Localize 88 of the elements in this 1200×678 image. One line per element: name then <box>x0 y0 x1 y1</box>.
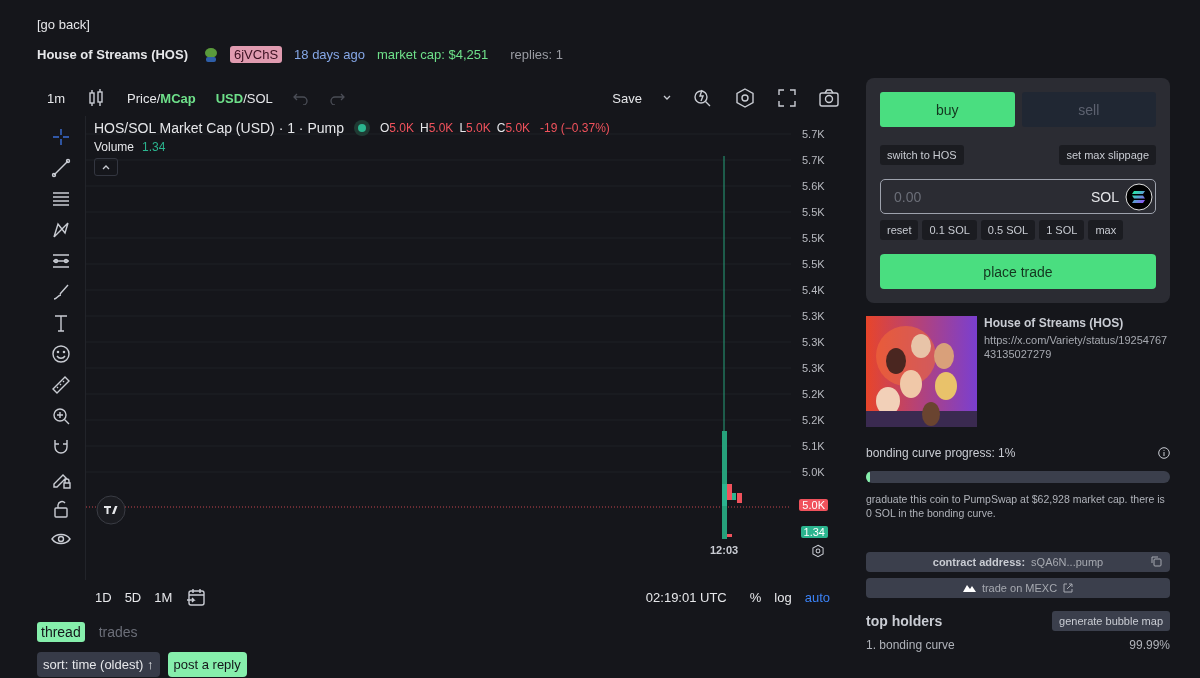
contract-address-button[interactable]: contract address: sQA6N...pump <box>866 552 1170 572</box>
amount-input[interactable]: 0.00 <box>892 187 1091 206</box>
price-tick: 5.5K <box>801 257 826 272</box>
mountain-icon <box>962 584 976 592</box>
solana-icon <box>1125 182 1153 211</box>
price-tick: 5.5K <box>801 231 826 246</box>
last-price-label: 5.0K <box>799 499 828 511</box>
toggle-option[interactable]: MCap <box>160 90 196 106</box>
coin-link[interactable]: https://x.com/Variety/status/1925476743135027279 <box>984 333 1170 361</box>
holder-share: 99.99% <box>1129 638 1170 652</box>
price-tick: 5.2K <box>801 387 826 402</box>
age-text: 18 days ago <box>294 46 365 62</box>
range-button[interactable]: 1M <box>154 589 173 605</box>
settings-icon[interactable] <box>811 544 825 558</box>
scale-option[interactable]: log <box>774 589 792 605</box>
market-cap-text: market cap: $4,251 <box>376 46 489 62</box>
replies-count: replies: 1 <box>510 46 563 62</box>
utc-clock: 02:19:01 UTC <box>645 589 727 605</box>
place-trade-button[interactable]: place trade <box>880 254 1156 289</box>
interval-button[interactable]: 1m <box>47 90 66 106</box>
price-change: -19 (−0.37%) <box>540 121 610 135</box>
ruler-icon[interactable] <box>50 374 72 396</box>
trend-line-icon[interactable] <box>50 157 72 179</box>
ohlc-values: O5.0K H5.0K L5.0K C5.0K <box>380 121 531 135</box>
bonding-label: bonding curve progress: 1% <box>866 446 1016 460</box>
price-tick: 5.3K <box>801 361 826 376</box>
last-volume-label: 1.34 <box>800 526 828 538</box>
holders-title: top holders <box>866 613 943 629</box>
trade-side-tab[interactable]: buy <box>880 92 1015 127</box>
toggle-option[interactable]: SOL <box>246 90 273 106</box>
status-dot-icon <box>354 120 370 136</box>
amount-preset-button[interactable]: max <box>1088 220 1124 240</box>
amount-preset-button[interactable]: 1 SOL <box>1039 220 1085 240</box>
zoom-in-icon[interactable] <box>50 405 72 427</box>
bubble-map-button[interactable]: generate bubble map <box>1052 611 1170 631</box>
toggle-separator: / <box>243 90 247 106</box>
fullscreen-icon[interactable] <box>776 87 798 109</box>
amount-preset-button[interactable]: reset <box>880 220 919 240</box>
slippage-button[interactable]: set max slippage <box>1059 145 1156 165</box>
smiley-icon[interactable] <box>50 343 72 365</box>
toggle-option[interactable]: USD <box>215 90 244 106</box>
sort-button[interactable]: sort: time (oldest) ↑ <box>37 652 160 677</box>
currency-label: SOL <box>1091 188 1119 205</box>
price-tick: 5.7K <box>801 153 826 168</box>
thread-tab[interactable]: trades <box>94 622 142 642</box>
crosshair-icon[interactable] <box>50 126 72 148</box>
camera-icon[interactable] <box>818 87 840 109</box>
chevron-down-icon[interactable] <box>662 94 672 102</box>
price-tick: 5.6K <box>801 179 826 194</box>
price-tick: 5.3K <box>801 335 826 350</box>
info-icon[interactable] <box>1158 447 1170 459</box>
holder-name: 1. bonding curve <box>866 638 955 652</box>
price-tick: 5.3K <box>801 309 826 324</box>
price-tick: 5.5K <box>801 205 826 220</box>
tradingview-logo-icon[interactable] <box>96 495 126 525</box>
price-tick: 5.7K <box>801 127 826 142</box>
toggle-option[interactable]: Price <box>127 90 157 106</box>
range-button[interactable]: 5D <box>124 589 142 605</box>
collapse-button[interactable] <box>94 158 118 176</box>
price-tick: 5.1K <box>801 439 826 454</box>
range-button[interactable]: 1D <box>95 589 112 605</box>
time-tick: 12:03 <box>710 544 739 556</box>
save-button[interactable]: Save <box>612 90 642 106</box>
back-link[interactable]: [go back] <box>37 17 90 32</box>
toggle-separator: / <box>156 90 161 106</box>
creator-badge[interactable]: 6jVChS <box>230 45 283 63</box>
price-tick: 5.4K <box>801 283 826 298</box>
settings-icon[interactable] <box>734 87 756 109</box>
amount-field[interactable]: 0.00 SOL <box>880 179 1156 214</box>
calendar-icon[interactable] <box>185 586 208 608</box>
scale-option[interactable]: auto <box>804 589 830 605</box>
price-tick: 5.0K <box>801 465 826 480</box>
volume-legend: Volume 1.34 <box>94 140 610 154</box>
external-link-icon <box>1063 583 1074 593</box>
chevron-up-icon[interactable] <box>101 163 111 171</box>
coin-name: House of Streams (HOS) <box>984 316 1125 330</box>
chart-title: HOS/SOL Market Cap (USD) · 1 · Pump <box>94 120 344 136</box>
switch-token-button[interactable]: switch to HOS <box>880 145 964 165</box>
post-reply-button[interactable]: post a reply <box>167 652 247 677</box>
thread-tab[interactable]: thread <box>37 622 85 642</box>
bonding-note: graduate this coin to PumpSwap at $62,928 market cap. there is 0 SOL in the bonding curve. <box>866 492 1166 520</box>
price-tick: 5.2K <box>801 413 826 428</box>
mexc-button[interactable]: trade on MEXC <box>866 578 1170 598</box>
amount-preset-button[interactable]: 0.1 SOL <box>922 220 977 240</box>
amount-preset-button[interactable]: 0.5 SOL <box>980 220 1036 240</box>
copy-icon[interactable] <box>1151 556 1162 567</box>
coin-title: House of Streams (HOS) <box>37 46 188 62</box>
scale-option[interactable]: % <box>749 589 762 605</box>
